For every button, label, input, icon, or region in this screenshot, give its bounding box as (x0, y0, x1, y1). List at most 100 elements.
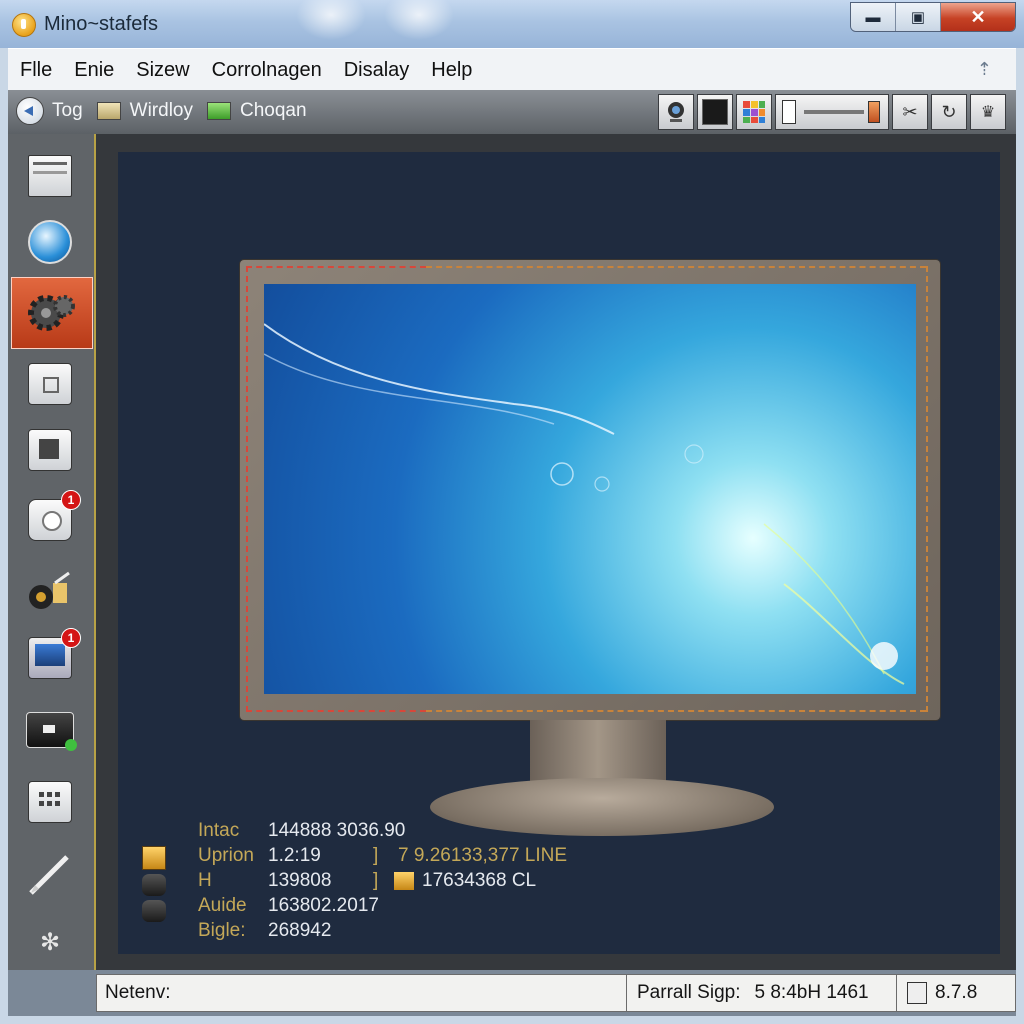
wallpaper-swirl (264, 323, 905, 685)
selection-guide-left (246, 266, 248, 712)
close-button[interactable]: ✕ (941, 3, 1015, 31)
toolbar-choose-button[interactable]: Choqan (206, 100, 307, 122)
window-controls: ▬ ▣ ✕ (850, 2, 1016, 32)
globe-icon (28, 220, 72, 264)
title-glow (296, 0, 366, 40)
sidebar-item-audio[interactable] (22, 564, 78, 620)
camera-badge: 1 (61, 490, 81, 510)
tools-icon: ✂ (902, 101, 918, 122)
toolbar: Tog Wirdloy Choqan ✂ ↻ ♛ (8, 90, 1016, 135)
sidebar-item-briefcase[interactable] (22, 356, 78, 412)
sidebar-item-drive[interactable] (22, 702, 78, 758)
status-parallel: Parrall Sigp: 5 8:4bH 1461 (626, 974, 900, 1012)
calculator-icon (28, 781, 72, 823)
status-version-label: 8.7.8 (935, 982, 978, 1003)
info-value: 144888 3036.90 (268, 820, 406, 841)
sidebar: 1 1 ✻ (8, 134, 96, 970)
selection-guide-bottom-right (426, 710, 926, 712)
webcam-icon (668, 102, 684, 122)
refresh-button[interactable]: ↻ (931, 94, 967, 130)
cylinder-icon (142, 900, 166, 922)
status-parallel-value: 5 8:4bH 1461 (754, 982, 869, 1003)
slider-start-icon (782, 100, 796, 124)
crown-button[interactable]: ♛ (970, 94, 1006, 130)
camera-icon: 1 (28, 490, 81, 541)
status-parallel-label: Parrall Sigp: (637, 982, 741, 1003)
window-icon (96, 102, 121, 120)
toolbar-window-button[interactable]: Wirdloy (96, 100, 193, 122)
selection-guide-top-right (426, 266, 926, 268)
toolbar-tog-label: Tog (52, 100, 83, 121)
sidebar-item-window-settings[interactable] (22, 148, 78, 204)
info-separator: ] (373, 870, 379, 891)
toolbar-window-label: Wirdloy (129, 100, 193, 121)
selection-guide-top (246, 266, 426, 268)
pin-icon[interactable]: ⇡ (977, 59, 992, 80)
pencil-icon (29, 855, 69, 895)
briefcase-icon (28, 363, 72, 405)
info-icons (142, 846, 166, 922)
sidebar-item-globe[interactable] (22, 214, 78, 270)
back-arrow-icon (16, 97, 44, 125)
slider-thumb[interactable] (868, 101, 880, 123)
sidebar-item-pencil[interactable] (22, 846, 78, 902)
monitor-badge: 1 (61, 628, 81, 648)
audio-icon (29, 571, 70, 609)
status-version: 8.7.8 (896, 974, 1016, 1012)
info-label: H (198, 870, 212, 891)
menu-file[interactable]: Flle (20, 59, 52, 82)
info-value: 163802.2017 (268, 895, 379, 916)
sidebar-item-monitor[interactable]: 1 (22, 628, 81, 686)
info-value-secondary: 7 9.26133,377 LINE (398, 845, 568, 866)
desktop-wallpaper (264, 284, 916, 694)
cylinder-icon (142, 874, 166, 896)
sidebar-item-camera[interactable]: 1 (22, 490, 81, 548)
app-icon[interactable] (12, 13, 36, 37)
info-value: 139808 (268, 870, 332, 891)
tools-button[interactable]: ✂ (892, 94, 928, 130)
slider-track[interactable] (804, 110, 864, 114)
minimize-button[interactable]: ▬ (851, 3, 896, 31)
asterisk-icon: ✻ (39, 928, 61, 956)
monitor-preview[interactable] (240, 260, 940, 720)
menu-configuration[interactable]: Corrolnagen (212, 59, 322, 82)
refresh-icon: ↻ (941, 101, 957, 122)
info-label: Bigle: (198, 920, 246, 941)
sidebar-item-asterisk[interactable]: ✻ (22, 914, 78, 970)
gold-shield-icon (142, 846, 166, 870)
sidebar-item-chip[interactable] (22, 422, 78, 478)
menu-help[interactable]: Help (431, 59, 472, 82)
menu-size[interactable]: Sizew (136, 59, 189, 82)
gears-icon (28, 295, 75, 331)
app-window: Mino~stafefs ▬ ▣ ✕ Flle Enie Sizew Corro… (0, 0, 1024, 1024)
toolbar-tog-button[interactable]: Tog (16, 97, 83, 125)
menu-display[interactable]: Disalay (344, 59, 410, 82)
info-label: Intac (198, 820, 240, 841)
black-square-button[interactable] (697, 94, 733, 130)
sidebar-item-gears[interactable] (11, 277, 93, 349)
status-bar: Netenv: Parrall Sigp: 5 8:4bH 1461 8.7.8 (8, 970, 1016, 1016)
brightness-slider[interactable] (775, 94, 889, 130)
black-square-icon (702, 99, 728, 125)
crown-icon: ♛ (980, 104, 996, 121)
selection-guide-right (926, 266, 928, 712)
webcam-button[interactable] (658, 94, 694, 130)
menu-edit[interactable]: Enie (74, 59, 114, 82)
chip-icon (28, 429, 72, 471)
status-network: Netenv: (96, 974, 630, 1012)
sidebar-item-calculator[interactable] (22, 774, 78, 830)
title-bar[interactable]: Mino~stafefs ▬ ▣ ✕ (0, 0, 1024, 48)
display-canvas[interactable]: Intac 144888 3036.90 Uprion 1.2:19 ] 7 9… (118, 152, 1000, 954)
title-glow (384, 0, 454, 40)
color-grid-button[interactable] (736, 94, 772, 130)
selection-guide-bottom (246, 710, 426, 712)
window-title: Mino~stafefs (44, 13, 158, 35)
maximize-button[interactable]: ▣ (896, 3, 941, 31)
page-icon (907, 982, 927, 1004)
info-label: Uprion (198, 845, 254, 866)
info-label: Auide (198, 895, 247, 916)
drive-icon (26, 712, 77, 751)
color-grid-icon (743, 101, 765, 123)
monitor-base (430, 778, 774, 836)
window-settings-icon (28, 155, 72, 197)
